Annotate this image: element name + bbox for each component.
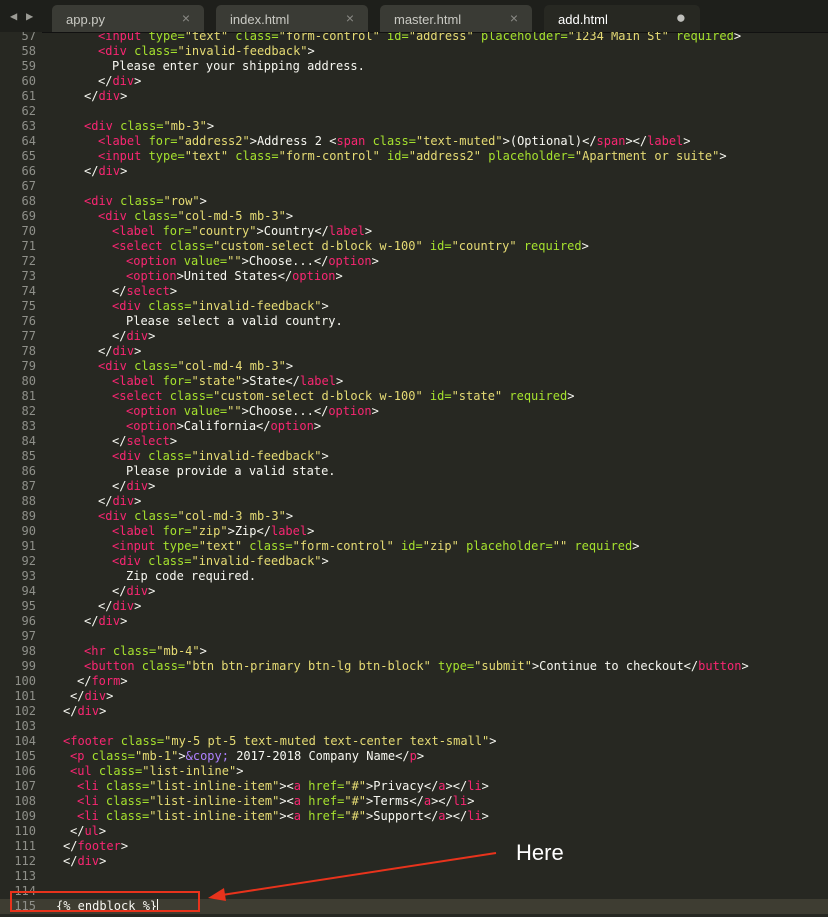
annotation-arrow-icon xyxy=(208,852,497,901)
annotation-label: Here xyxy=(516,840,564,865)
